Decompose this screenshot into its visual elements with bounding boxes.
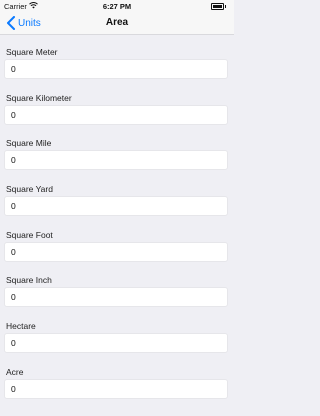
unit-label: Square Mile xyxy=(6,138,52,149)
unit-input-square-foot[interactable]: 0 xyxy=(4,241,228,262)
unit-row-square-inch: Square Inch 0 xyxy=(0,263,234,309)
navigation-bar: Units Area xyxy=(0,12,234,35)
unit-list: Square Meter 0 Square Kilometer 0 Square… xyxy=(0,35,234,401)
unit-input-acre[interactable]: 0 xyxy=(4,378,228,399)
unit-row-square-yard: Square Yard 0 xyxy=(0,172,234,218)
unit-input-square-inch[interactable]: 0 xyxy=(4,287,228,308)
unit-row-square-foot: Square Foot 0 xyxy=(0,218,234,264)
unit-row-hectare: Hectare 0 xyxy=(0,309,234,355)
unit-label: Square Foot xyxy=(6,229,53,240)
unit-row-square-mile: Square Mile 0 xyxy=(0,126,234,172)
unit-label: Acre xyxy=(6,366,24,377)
unit-input-square-meter[interactable]: 0 xyxy=(4,59,228,79)
unit-input-hectare[interactable]: 0 xyxy=(4,333,228,354)
unit-label: Square Meter xyxy=(6,47,58,57)
unit-row-square-meter: Square Meter 0 xyxy=(0,35,234,81)
unit-input-square-mile[interactable]: 0 xyxy=(4,150,228,171)
unit-row-acre: Acre 0 xyxy=(0,355,234,401)
unit-label: Square Inch xyxy=(6,275,52,286)
unit-input-square-yard[interactable]: 0 xyxy=(4,196,228,217)
status-time: 6:27 PM xyxy=(102,2,132,11)
page-title: Area xyxy=(105,17,129,28)
status-bar: Carrier 6:27 PM xyxy=(0,0,234,12)
unit-label: Square Yard xyxy=(6,184,53,195)
battery-icon xyxy=(211,3,226,10)
unit-label: Square Kilometer xyxy=(6,92,72,103)
unit-label: Hectare xyxy=(6,321,36,332)
unit-input-square-kilometer[interactable]: 0 xyxy=(4,104,228,125)
unit-row-square-kilometer: Square Kilometer 0 xyxy=(0,81,234,127)
